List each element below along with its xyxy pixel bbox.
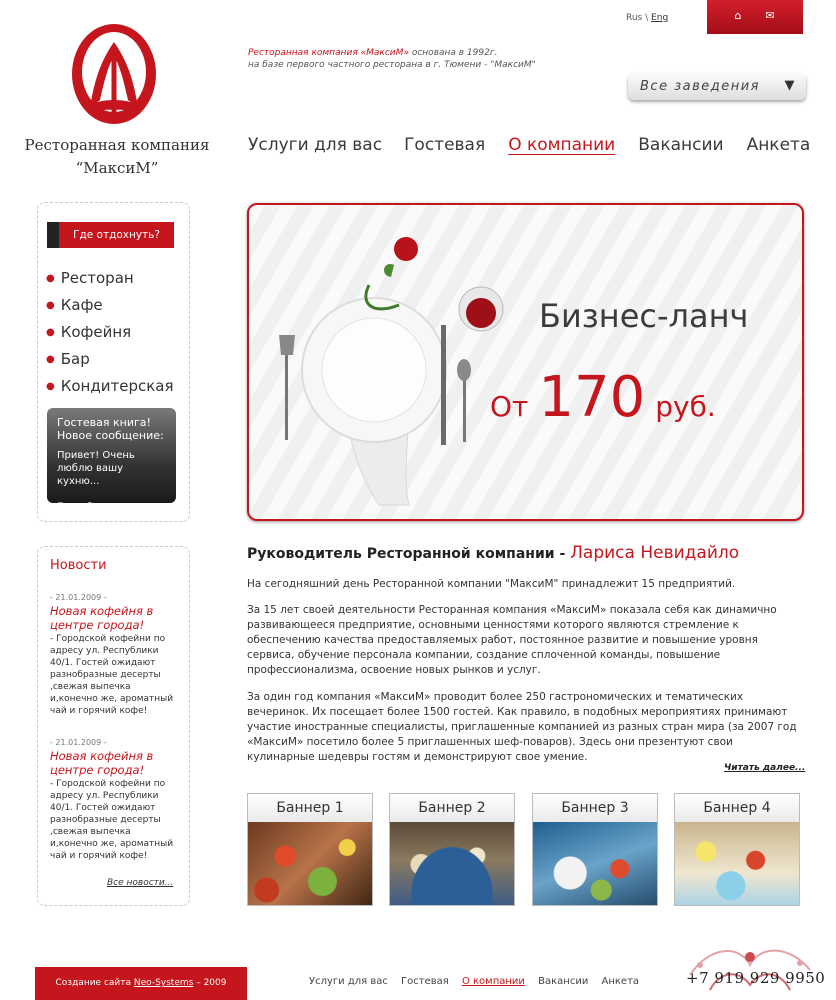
banner-photo (533, 822, 657, 905)
all-places-label: Все заведения (640, 79, 760, 94)
tagline-company: Ресторанная компания «МаксиМ» (248, 48, 409, 58)
footer-credit-prefix: Создание сайта (55, 978, 134, 988)
language-switch: Rus \ Eng (626, 13, 668, 23)
footer-credit-suffix: – 2009 (193, 978, 227, 988)
business-lunch-price: От 170 руб. (490, 365, 716, 430)
venue-list: Ресторан Кафе Кофейня Бар Кондитерская (46, 266, 174, 401)
business-lunch-title: Бизнес-ланч (539, 297, 749, 335)
banner-caption: Баннер 1 (248, 794, 372, 822)
banner-2[interactable]: Баннер 2 (389, 793, 515, 906)
nav-vacancies[interactable]: Вакансии (638, 135, 723, 155)
top-icons-bar: ⌂ ✉ (707, 0, 803, 34)
price-prefix: От (490, 390, 529, 423)
main-nav: Услуги для вас Гостевая О компании Вакан… (248, 135, 810, 155)
venue-bar[interactable]: Бар (46, 347, 174, 374)
venue-cafe[interactable]: Кафе (46, 293, 174, 320)
company-name-line2: “МаксиМ” (75, 159, 159, 177)
about-paragraph-2: За 15 лет своей деятельности Ресторанная… (247, 604, 777, 676)
business-lunch-banner[interactable]: Бизнес-ланч От 170 руб. (247, 203, 804, 521)
tagline-founded: основана в 1992г. (408, 48, 498, 58)
banner-photo (248, 822, 372, 905)
news-title: Новости (50, 558, 107, 573)
banner-3[interactable]: Баннер 3 (532, 793, 658, 906)
guestbook-title: Гостевая книга! Новое сообщение: (57, 416, 164, 442)
all-news-link[interactable]: Все новости... (107, 878, 173, 888)
banner-4[interactable]: Баннер 4 (674, 793, 800, 906)
nav-questionnaire[interactable]: Анкета (747, 135, 811, 155)
director-heading: Руководитель Ресторанной компании - Лари… (247, 543, 739, 563)
about-paragraph-3: За один год компания «МаксиМ» проводит б… (247, 691, 797, 763)
guestbook-widget: Гостевая книга! Новое сообщение: Привет!… (47, 408, 176, 512)
banner-caption: Баннер 3 (533, 794, 657, 822)
floral-ornament (689, 949, 811, 991)
company-logo[interactable] (70, 22, 158, 126)
venue-confectionery[interactable]: Кондитерская (46, 374, 174, 401)
chevron-down-icon: ▼ (784, 78, 796, 93)
footer-credit: Создание сайта Neo-Systems – 2009 (35, 967, 247, 1000)
table-setting-illustration (279, 237, 504, 506)
phone-number[interactable]: +7 919 929 9950 (686, 969, 825, 987)
footer-nav-questionnaire[interactable]: Анкета (602, 976, 640, 987)
news-item: - 21.01.2009 - Новая кофейня в центре го… (50, 738, 174, 862)
guestbook-more-link[interactable]: Подробнее... (57, 502, 166, 512)
news-item: - 21.01.2009 - Новая кофейня в центре го… (50, 593, 174, 717)
footer-nav-about[interactable]: О компании (462, 976, 525, 987)
lang-separator: \ (645, 13, 649, 23)
news-body: - Городской кофейни по адресу ул. Респуб… (50, 779, 174, 861)
news-body: - Городской кофейни по адресу ул. Респуб… (50, 634, 174, 716)
banner-photo (390, 822, 514, 905)
footer-credit-link[interactable]: Neo-Systems (134, 978, 193, 988)
mail-icon[interactable]: ✉ (763, 9, 777, 23)
company-name-line1: Ресторанная компания (24, 136, 210, 154)
news-headline[interactable]: Новая кофейня в центре города! (50, 604, 174, 632)
lang-eng[interactable]: Eng (651, 13, 668, 23)
all-places-dropdown[interactable]: Все заведения ▼ (628, 73, 806, 100)
news-date: - 21.01.2009 - (50, 738, 107, 747)
banner-caption: Баннер 2 (390, 794, 514, 822)
footer-nav-vacancies[interactable]: Вакансии (538, 976, 588, 987)
banner-1[interactable]: Баннер 1 (247, 793, 373, 906)
about-paragraph-1: На сегодняшний день Ресторанной компании… (247, 578, 736, 590)
director-name: Лариса Невидайло (570, 543, 740, 563)
read-more-link[interactable]: Читать далее... (724, 763, 805, 773)
company-name: Ресторанная компания “МаксиМ” (22, 134, 212, 180)
guestbook-message: Привет! Очень люблю вашу кухню... (57, 450, 135, 487)
news-headline[interactable]: Новая кофейня в центре города! (50, 749, 174, 777)
footer-nav: Услуги для вас Гостевая О компании Вакан… (309, 976, 649, 987)
where-to-relax-button[interactable]: Где отдохнуть? (47, 222, 174, 248)
news-date: - 21.01.2009 - (50, 593, 107, 602)
footer-nav-guestbook[interactable]: Гостевая (401, 976, 449, 987)
home-icon[interactable]: ⌂ (731, 9, 745, 23)
company-tagline: Ресторанная компания «МаксиМ» основана в… (248, 47, 536, 71)
banner-caption: Баннер 4 (675, 794, 799, 822)
nav-services[interactable]: Услуги для вас (248, 135, 382, 155)
venue-coffee-shop[interactable]: Кофейня (46, 320, 174, 347)
price-suffix: руб. (655, 390, 716, 423)
director-heading-prefix: Руководитель Ресторанной компании - (247, 546, 571, 562)
tagline-line2: на базе первого частного ресторана в г. … (248, 60, 536, 70)
footer-nav-services[interactable]: Услуги для вас (309, 976, 388, 987)
venue-restaurant[interactable]: Ресторан (46, 266, 174, 293)
price-value: 170 (538, 365, 646, 430)
lang-rus[interactable]: Rus (626, 13, 642, 23)
nav-guestbook[interactable]: Гостевая (404, 135, 485, 155)
nav-about[interactable]: О компании (508, 135, 615, 155)
banner-photo (675, 822, 799, 905)
